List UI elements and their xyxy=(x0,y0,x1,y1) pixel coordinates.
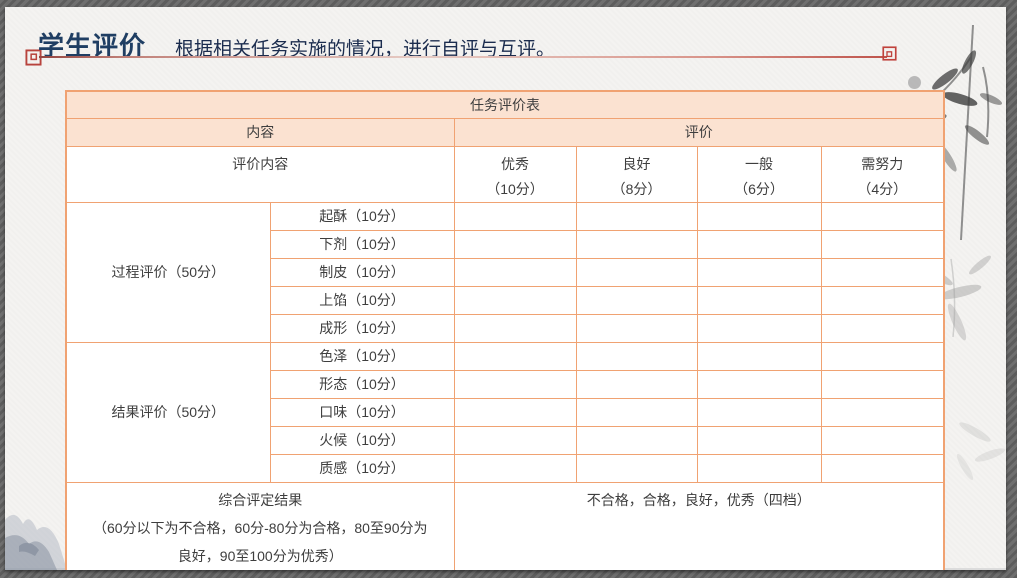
criteria-cell: 上馅（10分） xyxy=(269,285,455,315)
summary-title: 综合评定结果 xyxy=(218,491,303,508)
score-cell xyxy=(453,201,577,231)
score-cell xyxy=(696,313,822,343)
criteria-cell: 成形（10分） xyxy=(269,313,455,343)
score-cell xyxy=(575,369,698,399)
score-cell xyxy=(696,425,822,455)
column-header-criteria: 评价内容 xyxy=(65,145,455,203)
score-cell xyxy=(453,425,577,455)
column-group-content: 内容 xyxy=(65,117,455,147)
score-cell xyxy=(575,453,698,483)
score-cell xyxy=(820,341,945,371)
column-header-grade: 优秀 （10分） xyxy=(453,145,577,203)
table-row: 过程评价（50分） 起酥（10分） xyxy=(65,201,945,343)
score-cell xyxy=(453,397,577,427)
table-group-header-row: 内容 评价 xyxy=(65,117,945,147)
score-cell xyxy=(820,257,945,287)
score-cell xyxy=(696,229,822,259)
score-cell xyxy=(575,313,698,343)
score-cell xyxy=(453,229,577,259)
criteria-cell: 起酥（10分） xyxy=(269,201,455,231)
score-cell xyxy=(575,285,698,315)
grade-name: 良好 xyxy=(622,155,651,172)
app-workspace: 学生评价 根据相关任务实施的情况，进行自评与互评。 任务评价表 内容 评价 评价… xyxy=(0,0,1017,578)
slide-canvas: 学生评价 根据相关任务实施的情况，进行自评与互评。 任务评价表 内容 评价 评价… xyxy=(5,7,1006,570)
section-title-result: 结果评价（50分） xyxy=(65,341,271,483)
score-cell xyxy=(696,201,822,231)
summary-note-line1: （60分以下为不合格，60分-80分为合格，80至90分为 xyxy=(92,519,428,536)
criteria-cell: 色泽（10分） xyxy=(269,341,455,371)
score-cell xyxy=(820,453,945,483)
grade-name: 优秀 xyxy=(501,155,529,172)
score-cell xyxy=(696,341,822,371)
score-cell xyxy=(575,201,698,231)
grade-score: （6分） xyxy=(734,180,784,197)
score-cell xyxy=(696,453,822,483)
criteria-cell: 制皮（10分） xyxy=(269,257,455,287)
score-cell xyxy=(696,397,822,427)
table-caption-row: 任务评价表 xyxy=(65,90,945,119)
column-group-evaluation: 评价 xyxy=(453,117,945,147)
table-row: 结果评价（50分） 色泽（10分） xyxy=(65,341,945,483)
score-cell xyxy=(820,425,945,455)
score-cell xyxy=(575,341,698,371)
score-cell xyxy=(696,257,822,287)
table-grade-header-row: 评价内容 优秀 （10分） 良好 （8分） 一般 （6分） 需努力 （4分） xyxy=(65,145,945,203)
score-cell xyxy=(453,341,577,371)
section-title-process: 过程评价（50分） xyxy=(65,201,271,343)
criteria-cell: 火候（10分） xyxy=(269,425,455,455)
score-cell xyxy=(820,397,945,427)
column-header-grade: 良好 （8分） xyxy=(575,145,698,203)
criteria-cell: 口味（10分） xyxy=(269,397,455,427)
table-caption: 任务评价表 xyxy=(65,90,945,119)
summary-result-cell: 不合格，合格，良好，优秀（四档） xyxy=(453,481,945,570)
summary-note-line2: 良好，90至100分为优秀） xyxy=(177,547,343,564)
grade-score: （4分） xyxy=(857,180,908,197)
score-cell xyxy=(453,257,577,287)
spiral-ornament-right-icon xyxy=(882,46,897,61)
column-header-grade: 一般 （6分） xyxy=(696,145,822,203)
column-header-grade: 需努力 （4分） xyxy=(820,145,945,203)
grade-score: （10分） xyxy=(486,180,544,197)
task-evaluation-table: 任务评价表 内容 评价 评价内容 优秀 （10分） 良好 （8分） 一般 （6分… xyxy=(65,90,945,570)
slide-header: 学生评价 根据相关任务实施的情况，进行自评与互评。 xyxy=(5,7,1006,87)
score-cell xyxy=(575,425,698,455)
criteria-cell: 下剂（10分） xyxy=(269,229,455,259)
grade-name: 一般 xyxy=(745,155,773,172)
score-cell xyxy=(820,285,945,315)
score-cell xyxy=(575,397,698,427)
score-cell xyxy=(820,313,945,343)
score-cell xyxy=(453,285,577,315)
score-cell xyxy=(820,369,945,399)
title-divider xyxy=(39,56,887,58)
score-cell xyxy=(820,201,945,231)
grade-score: （8分） xyxy=(611,180,662,197)
score-cell xyxy=(453,453,577,483)
score-cell xyxy=(575,257,698,287)
criteria-cell: 形态（10分） xyxy=(269,369,455,399)
grade-name: 需努力 xyxy=(861,155,904,172)
score-cell xyxy=(696,369,822,399)
score-cell xyxy=(696,285,822,315)
score-cell xyxy=(575,229,698,259)
table-summary-row: 综合评定结果 （60分以下为不合格，60分-80分为合格，80至90分为 良好，… xyxy=(65,481,945,570)
score-cell xyxy=(453,313,577,343)
summary-label-cell: 综合评定结果 （60分以下为不合格，60分-80分为合格，80至90分为 良好，… xyxy=(65,481,455,570)
criteria-cell: 质感（10分） xyxy=(269,453,455,483)
score-cell xyxy=(453,369,577,399)
score-cell xyxy=(820,229,945,259)
